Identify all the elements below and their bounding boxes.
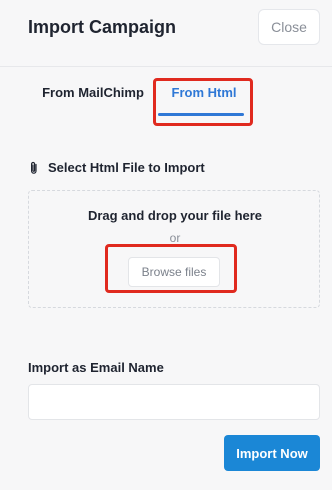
tab-from-html[interactable]: From Html xyxy=(155,67,253,117)
browse-files-button[interactable]: Browse files xyxy=(128,257,220,287)
dialog-title: Import Campaign xyxy=(28,17,177,37)
tab-from-mailchimp[interactable]: From MailChimp xyxy=(38,67,148,117)
close-button[interactable]: Close xyxy=(258,9,320,45)
active-tab-indicator xyxy=(158,113,244,116)
dropzone-instructions: Drag and drop your file here xyxy=(87,208,263,223)
upload-section-label: Select Html File to Import xyxy=(28,160,205,175)
email-name-input[interactable] xyxy=(28,384,320,420)
dropzone-or: or xyxy=(169,231,181,245)
import-now-button[interactable]: Import Now xyxy=(224,435,320,471)
paperclip-icon xyxy=(31,161,37,174)
file-dropzone[interactable]: Drag and drop your file here or Browse f… xyxy=(28,190,320,308)
import-source-tabs: From MailChimp From Html xyxy=(0,67,332,122)
email-name-label: Import as Email Name xyxy=(28,360,164,375)
upload-section-text: Select Html File to Import xyxy=(48,160,205,175)
dialog-header: Import Campaign Close xyxy=(0,0,332,67)
